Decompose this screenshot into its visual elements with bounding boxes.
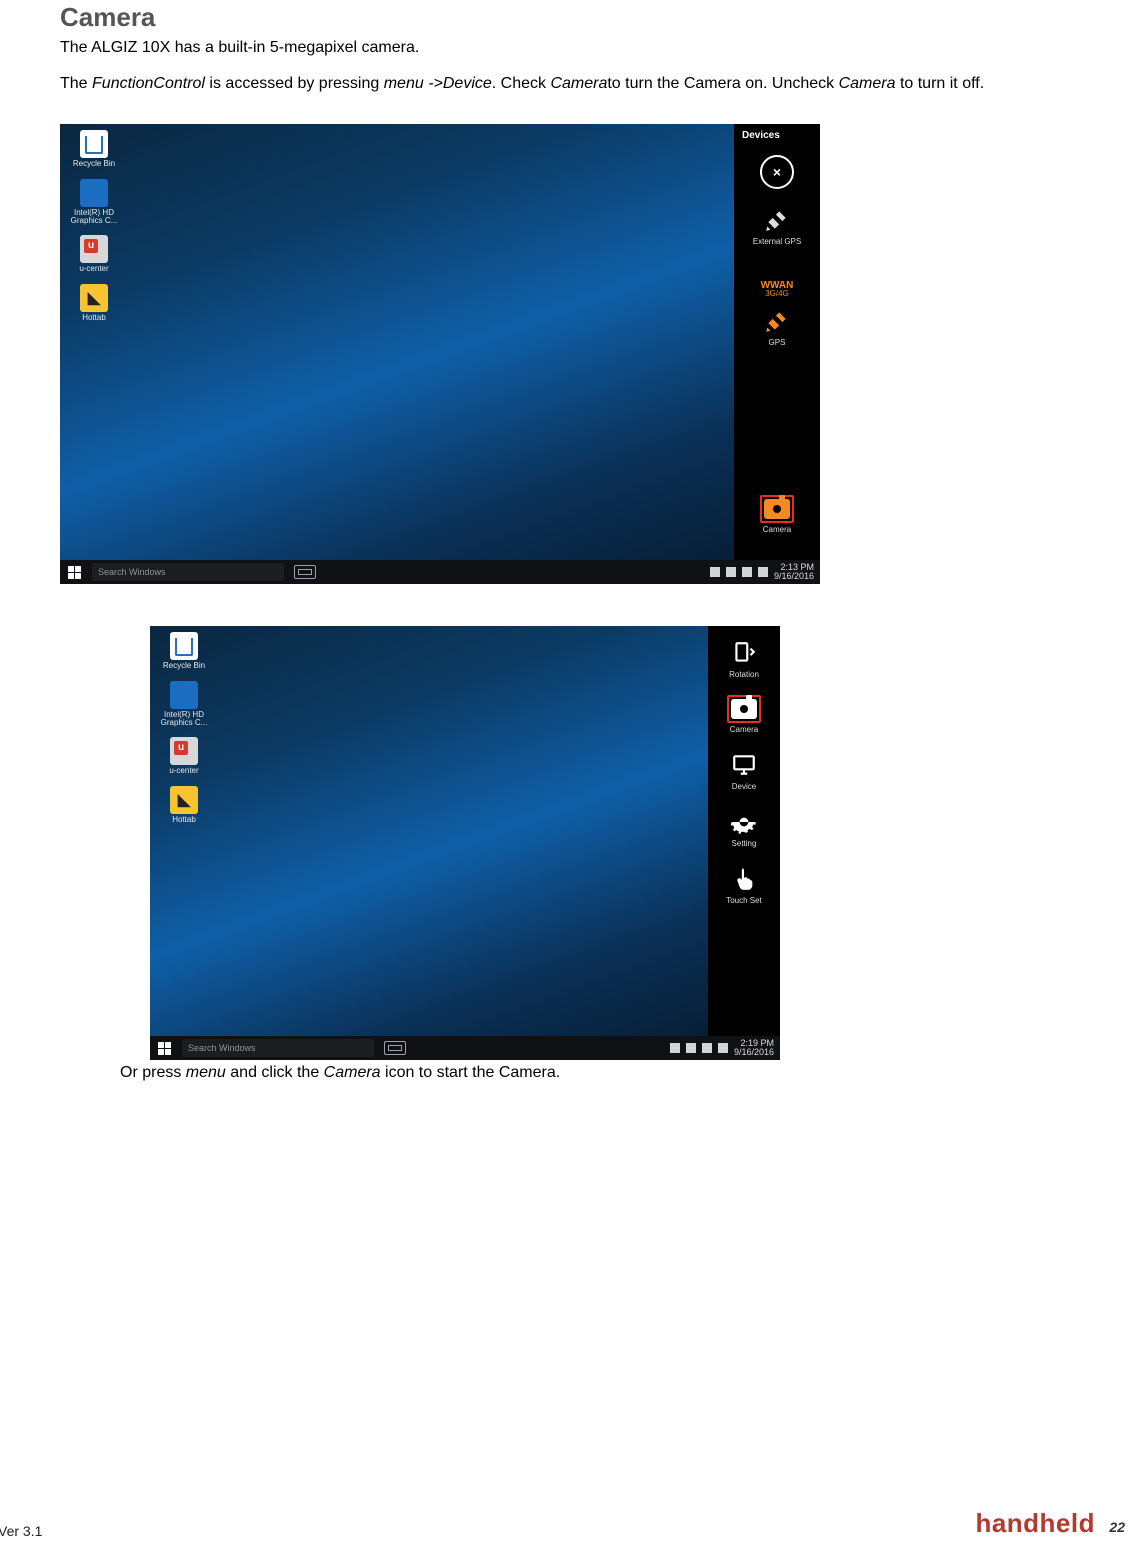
item-label: Camera xyxy=(763,525,791,534)
icon-label: Intel(R) HD Graphics C... xyxy=(69,209,119,226)
taskbar-clock[interactable]: 2:13 PM 9/16/2016 xyxy=(774,563,820,581)
taskbar: Search Windows 2:13 PM 9/16/2016 xyxy=(60,560,820,584)
satellite-icon xyxy=(762,306,792,336)
tray-icon[interactable] xyxy=(758,567,768,577)
item-label: Device xyxy=(732,782,756,791)
touch-icon xyxy=(729,864,759,894)
version-text: Ver 3.1 xyxy=(0,1523,42,1539)
tray-icon[interactable] xyxy=(670,1043,680,1053)
text-italic: Camera xyxy=(550,75,607,92)
highlight-box xyxy=(760,495,794,523)
desktop-icon-ucenter[interactable]: u-center xyxy=(158,737,210,775)
page-number: 22 xyxy=(1109,1519,1125,1535)
system-tray[interactable] xyxy=(710,567,774,577)
tray-icon[interactable] xyxy=(726,567,736,577)
icon-label: Hottab xyxy=(82,314,106,322)
icon-label: u-center xyxy=(79,265,108,273)
text: . Check xyxy=(492,75,551,92)
taskbar: Search Windows 2:19 PM 9/16/2016 xyxy=(150,1036,780,1060)
clock-date: 9/16/2016 xyxy=(734,1048,774,1057)
section-heading: Camera xyxy=(60,0,1071,33)
text: Or press xyxy=(120,1064,186,1081)
brand-logo-text: handheld xyxy=(975,1508,1095,1539)
windows-logo-icon xyxy=(68,566,81,579)
close-button[interactable]: × xyxy=(760,155,794,189)
text: to turn it off. xyxy=(896,75,985,92)
monitor-icon xyxy=(729,750,759,780)
item-label: Camera xyxy=(730,725,758,734)
tray-icon[interactable] xyxy=(718,1043,728,1053)
icon-label: Intel(R) HD Graphics C... xyxy=(159,711,209,728)
start-button[interactable] xyxy=(60,560,88,584)
item-label: GPS xyxy=(769,338,786,347)
desktop-icon-ucenter[interactable]: u-center xyxy=(68,235,120,273)
taskbar-clock[interactable]: 2:19 PM 9/16/2016 xyxy=(734,1039,780,1057)
close-icon: × xyxy=(760,155,794,189)
setting-button[interactable]: Setting xyxy=(729,807,759,848)
camera-button[interactable]: Camera xyxy=(727,695,761,734)
item-label: External GPS xyxy=(753,237,801,246)
desktop-icons-column: Recycle Bin Intel(R) HD Graphics C... u-… xyxy=(158,632,210,834)
screenshot-menu-panel: Recycle Bin Intel(R) HD Graphics C... u-… xyxy=(150,626,780,1060)
item-label: Rotation xyxy=(729,670,759,679)
icon-label: Hottab xyxy=(172,816,196,824)
task-view-button[interactable] xyxy=(384,1041,406,1055)
text-italic: menu xyxy=(186,1064,226,1081)
rotation-icon xyxy=(729,638,759,668)
taskbar-search[interactable]: Search Windows xyxy=(92,563,284,581)
desktop-icon-recycle-bin[interactable]: Recycle Bin xyxy=(68,130,120,168)
instruction-paragraph: The FunctionControl is accessed by press… xyxy=(60,73,1071,95)
text: icon to start the Camera. xyxy=(381,1064,561,1081)
item-label: Setting xyxy=(732,839,757,848)
intro-text: The ALGIZ 10X has a built-in 5-megapixel… xyxy=(60,37,1071,59)
start-button[interactable] xyxy=(150,1036,178,1060)
satellite-icon xyxy=(762,205,792,235)
camera-icon xyxy=(764,499,790,519)
tray-icon[interactable] xyxy=(702,1043,712,1053)
task-view-button[interactable] xyxy=(294,565,316,579)
external-gps-toggle[interactable]: External GPS xyxy=(753,205,801,246)
icon-label: Recycle Bin xyxy=(163,662,205,670)
rotation-button[interactable]: Rotation xyxy=(729,638,759,679)
item-label: Touch Set xyxy=(726,896,762,905)
gps-toggle[interactable]: GPS xyxy=(762,306,792,347)
text-italic: Camera xyxy=(324,1064,381,1081)
desktop-icon-hottab[interactable]: ◣Hottab xyxy=(68,284,120,322)
caption-text: Or press menu and click the Camera icon … xyxy=(120,1064,1071,1082)
text: The xyxy=(60,75,92,92)
desktop-icons-column: Recycle Bin Intel(R) HD Graphics C... u-… xyxy=(68,130,120,332)
icon-label: u-center xyxy=(169,767,198,775)
highlight-box xyxy=(727,695,761,723)
system-tray[interactable] xyxy=(670,1043,734,1053)
desktop-icon-recycle-bin[interactable]: Recycle Bin xyxy=(158,632,210,670)
page-footer: Ver 3.1 handheld xyxy=(0,1508,1131,1539)
panel-title: Devices xyxy=(742,130,780,141)
tray-icon[interactable] xyxy=(710,567,720,577)
text-italic: FunctionControl xyxy=(92,75,205,92)
text-italic: menu ->Device xyxy=(384,75,492,92)
windows-logo-icon xyxy=(158,1042,171,1055)
text: to turn the Camera on. Uncheck xyxy=(607,75,838,92)
wwan-subtext: 3G/4G xyxy=(765,289,789,298)
text: and click the xyxy=(226,1064,324,1081)
icon-label: Recycle Bin xyxy=(73,160,115,168)
camera-icon xyxy=(731,699,757,719)
camera-toggle[interactable]: Camera xyxy=(760,495,794,534)
desktop-icon-intel-graphics[interactable]: Intel(R) HD Graphics C... xyxy=(68,179,120,226)
gear-icon xyxy=(729,807,759,837)
text-italic: Camera xyxy=(839,75,896,92)
clock-date: 9/16/2016 xyxy=(774,572,814,581)
text: is accessed by pressing xyxy=(205,75,384,92)
screenshot-devices-panel: Recycle Bin Intel(R) HD Graphics C... u-… xyxy=(60,124,820,584)
devices-side-panel: Devices × External GPS WWAN 3G/4G GPS xyxy=(734,124,820,560)
touch-set-button[interactable]: Touch Set xyxy=(726,864,762,905)
device-button[interactable]: Device xyxy=(729,750,759,791)
tray-icon[interactable] xyxy=(742,567,752,577)
menu-side-panel: Rotation Camera Device Setting xyxy=(708,626,780,1036)
tray-icon[interactable] xyxy=(686,1043,696,1053)
desktop-icon-intel-graphics[interactable]: Intel(R) HD Graphics C... xyxy=(158,681,210,728)
desktop-icon-hottab[interactable]: ◣Hottab xyxy=(158,786,210,824)
taskbar-search[interactable]: Search Windows xyxy=(182,1039,374,1057)
